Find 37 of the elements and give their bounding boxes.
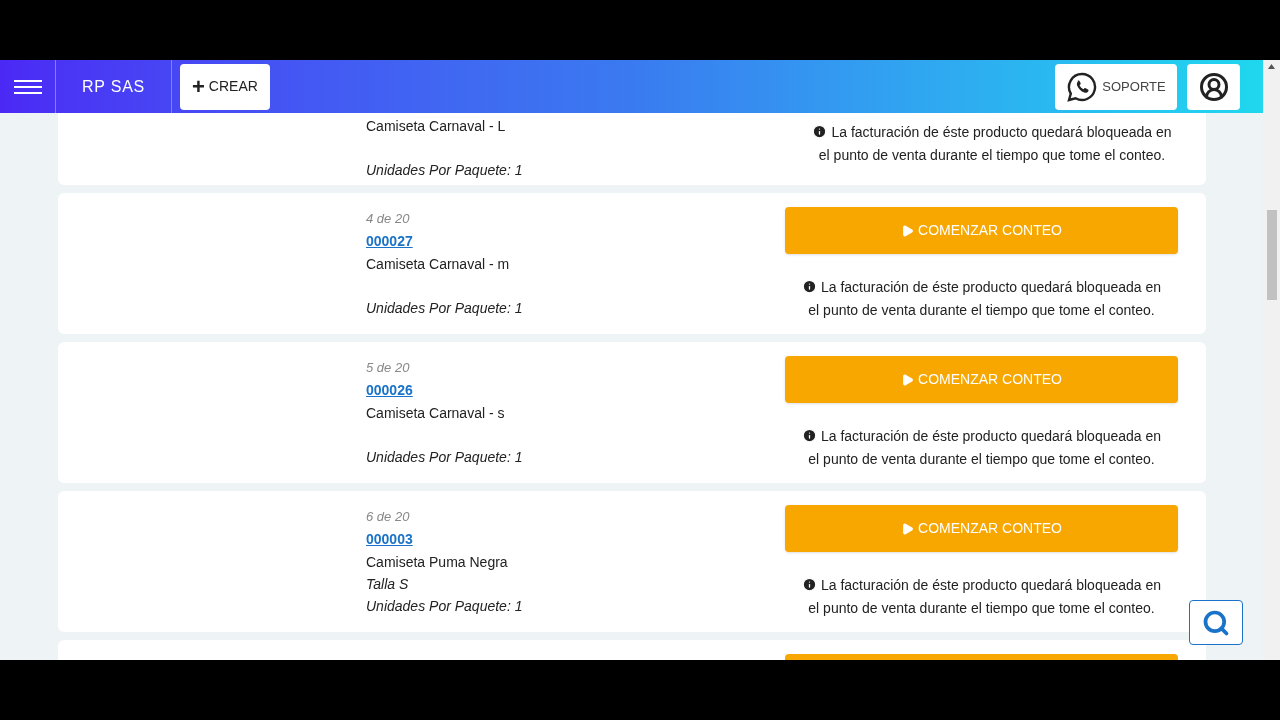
create-button[interactable]: + CREAR [180, 63, 270, 110]
play-icon [901, 521, 915, 536]
units-per-package: Unidades Por Paquete: 1 [366, 448, 523, 467]
play-icon [901, 223, 915, 238]
units-per-package: Unidades Por Paquete: 1 [366, 299, 523, 318]
menu-icon [12, 78, 43, 95]
play-icon [901, 372, 915, 387]
info-note: La facturación de éste producto quedará bloqueada en el punto de venta durante el tiempo que tome el conteo. [808, 121, 1176, 167]
search-button[interactable] [1189, 600, 1243, 645]
user-icon [1198, 71, 1229, 102]
item-counter: 5 de 20 [366, 359, 410, 377]
scrollbar[interactable] [1263, 60, 1280, 660]
units-per-package: Unidades Por Paquete: 1 [366, 161, 524, 180]
support-button[interactable]: SOPORTE [1055, 63, 1177, 110]
scrollbar-thumb[interactable] [1266, 210, 1277, 300]
search-icon [1202, 608, 1230, 637]
info-note: La facturación de éste producto quedará bloqueada en el punto de venta durante el tiempo que tome el conteo. [797, 276, 1166, 322]
product-variant: Talla S [366, 575, 409, 594]
product-code-link[interactable]: 000003 [366, 528, 413, 551]
units-per-package: Unidades Por Paquete: 1 [366, 597, 523, 616]
info-icon [812, 124, 828, 139]
info-note: La facturación de éste producto quedará bloqueada en el punto de venta durante el tiempo que tome el conteo. [797, 425, 1166, 471]
product-code-link[interactable]: 000027 [366, 230, 413, 253]
item-counter: 4 de 20 [366, 210, 410, 228]
item-counter: 6 de 20 [366, 508, 410, 526]
product-name: Camiseta Carnaval - m [366, 255, 510, 274]
scroll-up-icon[interactable] [1268, 64, 1275, 69]
info-note: La facturación de éste producto quedará bloqueada en el punto de venta durante el tiempo que tome el conteo. [797, 574, 1166, 620]
product-name: Camiseta Puma Negra [366, 553, 508, 572]
product-code-link[interactable]: 000026 [366, 379, 413, 402]
info-icon [801, 577, 817, 592]
product-name: Camiseta Carnaval - s [366, 404, 505, 423]
user-button[interactable] [1187, 63, 1240, 110]
product-name: Camiseta Carnaval - L [366, 117, 506, 136]
info-icon [801, 428, 817, 443]
chat-phone-icon [1066, 70, 1099, 103]
info-icon [801, 279, 817, 294]
